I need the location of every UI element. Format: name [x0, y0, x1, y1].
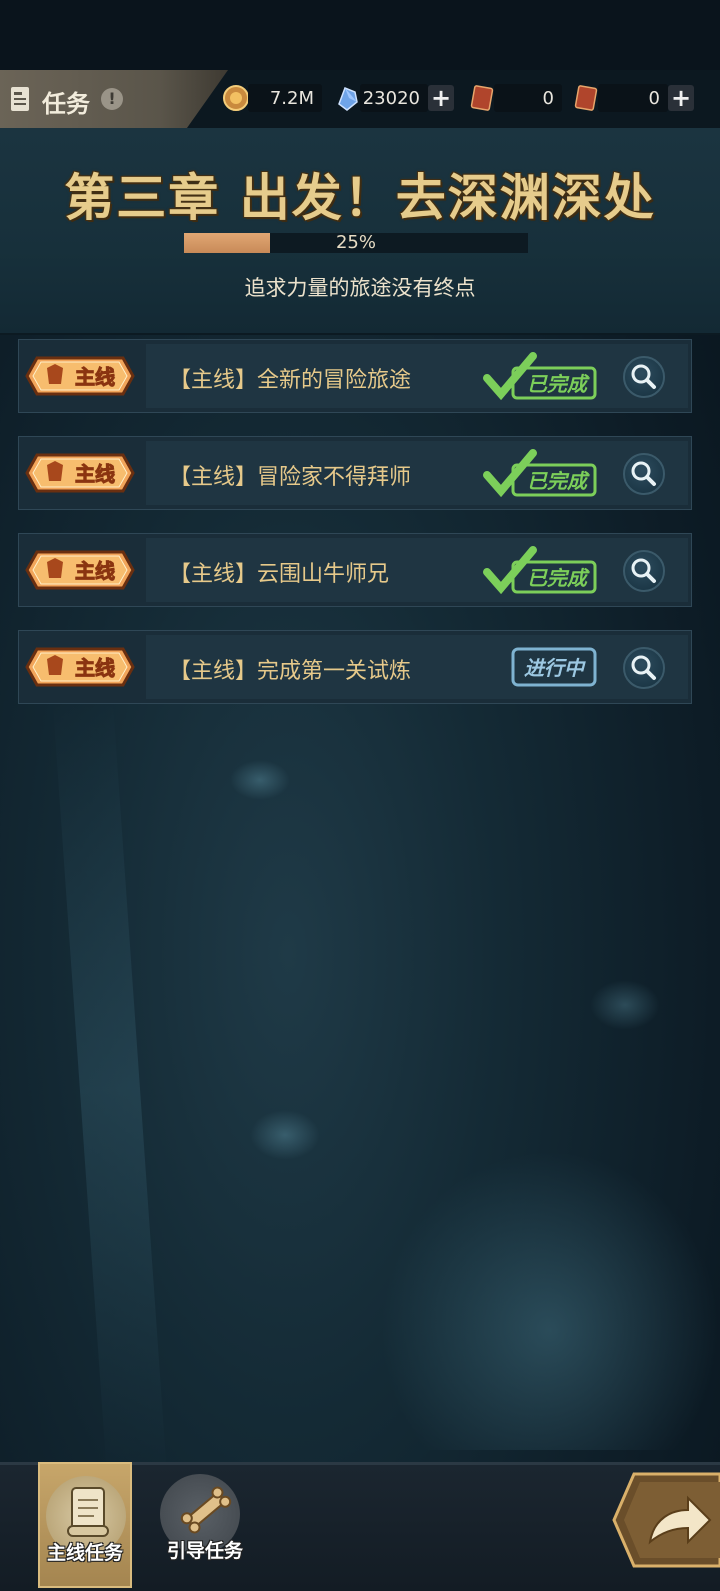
quest-search-button[interactable] [623, 453, 665, 495]
quest-title: 【主线】冒险家不得拜师 [169, 465, 412, 490]
background-glow [230, 760, 290, 800]
main-quest-tag-icon: 主线 [25, 647, 135, 687]
chapter-progress-text: 25% [335, 232, 376, 253]
background-glow [380, 1150, 720, 1450]
bone-scroll-icon [180, 1486, 232, 1534]
chapter-header: 第三章 出发！去深渊深处 25% 追求力量的旅途没有终点 [0, 128, 720, 335]
scroll-icon [67, 1487, 109, 1537]
quest-title: 【主线】云围山牛师兄 [169, 562, 390, 587]
quest-tag-label: 主线 [75, 559, 115, 583]
tab-guide-quests[interactable]: 引导任务 [158, 1462, 252, 1588]
magnifier-icon [631, 655, 656, 680]
ticket-a-value: 0 [542, 88, 554, 109]
background-glow [590, 980, 660, 1030]
completed-badge: 已完成 [483, 546, 597, 594]
ticket-a-counter: 0 [494, 84, 562, 112]
quest-tag-label: 主线 [75, 462, 115, 486]
in-progress-badge: 进行中 [511, 647, 597, 687]
status-bar [0, 0, 720, 70]
page-title: 任务 [42, 90, 90, 118]
quest-title: 【主线】完成第一关试炼 [169, 659, 412, 684]
quest-title: 【主线】全新的冒险旅途 [169, 368, 412, 393]
quest-document-icon [11, 87, 29, 111]
share-arrow-button[interactable] [610, 1470, 720, 1570]
magnifier-icon [631, 558, 656, 583]
completed-badge: 已完成 [483, 449, 597, 497]
tab-label: 引导任务 [166, 1540, 243, 1562]
add-diamond-button[interactable]: + [428, 85, 454, 111]
red-card-icon [574, 85, 598, 111]
quest-status-label: 已完成 [527, 372, 590, 396]
quest-search-button[interactable] [623, 550, 665, 592]
quest-row[interactable]: 主线 【主线】云围山牛师兄 已完成 [18, 533, 692, 607]
gold-counter: 7.2M [248, 84, 322, 112]
quest-row[interactable]: 主线 【主线】冒险家不得拜师 已完成 [18, 436, 692, 510]
chapter-subtitle: 追求力量的旅途没有终点 [244, 276, 476, 300]
blue-crystal-icon [338, 87, 358, 111]
quest-search-button[interactable] [623, 356, 665, 398]
chapter-title: 第三章 出发！去深渊深处 [64, 169, 656, 227]
quest-status-label: 进行中 [524, 656, 586, 680]
ticket-b-value: 0 [648, 88, 660, 109]
main-quest-tag-icon: 主线 [25, 356, 135, 396]
diamond-counter: 23020 [360, 84, 428, 112]
background-glow [250, 1110, 320, 1160]
quest-row[interactable]: 主线 【主线】全新的冒险旅途 已完成 [18, 339, 692, 413]
quest-search-button[interactable] [623, 647, 665, 689]
magnifier-icon [631, 364, 656, 389]
magnifier-icon [631, 461, 656, 486]
add-ticket-button[interactable]: + [668, 85, 694, 111]
ticket-b-counter: 0 [598, 84, 668, 112]
quest-tag-label: 主线 [75, 365, 115, 389]
tab-label: 主线任务 [46, 1542, 123, 1564]
quest-status-label: 已完成 [527, 566, 590, 590]
gold-coin-icon [223, 85, 249, 111]
gold-value: 7.2M [269, 88, 314, 109]
quest-row[interactable]: 主线 【主线】完成第一关试炼 进行中 [18, 630, 692, 704]
completed-badge: 已完成 [483, 352, 597, 400]
red-card-icon [470, 85, 494, 111]
info-icon[interactable]: ! [101, 88, 123, 110]
quest-tag-label: 主线 [75, 656, 115, 680]
background-light-streak [52, 698, 168, 1482]
main-quest-tag-icon: 主线 [25, 550, 135, 590]
main-quest-tag-icon: 主线 [25, 453, 135, 493]
quest-status-label: 已完成 [527, 469, 590, 493]
tab-main-quests[interactable]: 主线任务 [38, 1462, 132, 1588]
diamond-value: 23020 [362, 88, 420, 109]
